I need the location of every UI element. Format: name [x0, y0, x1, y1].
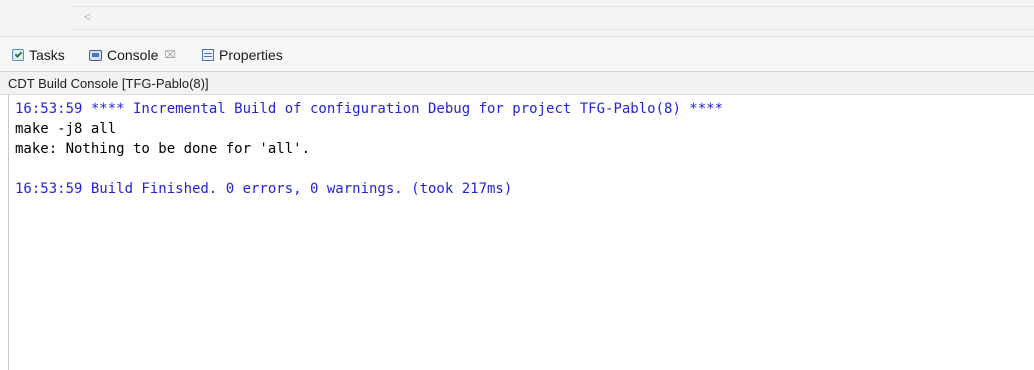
console-line: 16:53:59 **** Incremental Build of confi… — [15, 101, 724, 117]
console-title: CDT Build Console [TFG-Pablo(8)] — [8, 76, 209, 91]
tab-properties[interactable]: Properties — [202, 46, 283, 64]
console-header: CDT Build Console [TFG-Pablo(8)] — [0, 72, 1034, 95]
close-icon[interactable]: ⌧ — [164, 50, 176, 61]
tab-console-label: Console — [107, 47, 159, 63]
tab-tasks-label: Tasks — [29, 47, 65, 63]
tab-console[interactable]: Console ⌧ — [89, 46, 176, 64]
horizontal-scrollbar[interactable]: < — [72, 6, 1034, 30]
scroll-left-arrow-icon[interactable]: < — [84, 10, 91, 24]
view-tab-bar: Tasks Console ⌧ Properties — [0, 37, 1034, 72]
editor-area-strip: < — [0, 0, 1034, 36]
eclipse-console-view: < Tasks Console ⌧ Properties CDT Build C… — [0, 0, 1034, 370]
console-output-area[interactable]: 16:53:59 **** Incremental Build of confi… — [8, 95, 1034, 370]
console-line: make -j8 all — [15, 121, 117, 137]
tasks-icon — [12, 49, 24, 61]
tab-properties-label: Properties — [219, 47, 283, 63]
console-line: 16:53:59 Build Finished. 0 errors, 0 war… — [15, 181, 513, 197]
console-icon — [89, 49, 102, 61]
properties-icon — [202, 49, 214, 61]
console-line: make: Nothing to be done for 'all'. — [15, 141, 311, 157]
console-lines: 16:53:59 **** Incremental Build of confi… — [15, 99, 723, 199]
tab-tasks[interactable]: Tasks — [12, 46, 65, 64]
